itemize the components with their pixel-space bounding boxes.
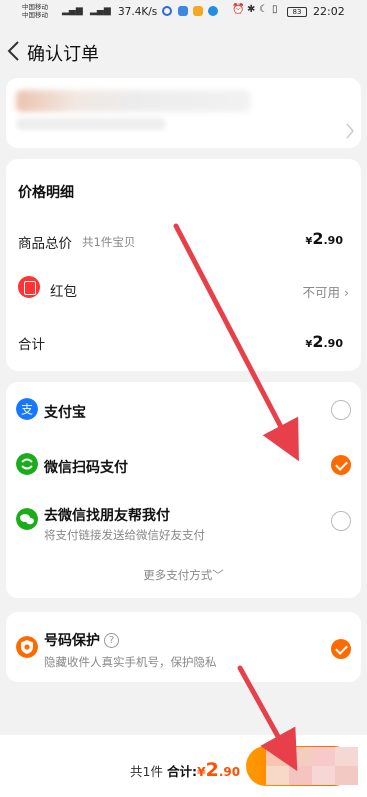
more-payment-methods[interactable]: 更多支付方式﹀: [6, 567, 361, 583]
total-price: ¥2.90: [305, 332, 343, 351]
help-icon[interactable]: ?: [104, 633, 119, 648]
vibrate-icon: ▯: [272, 4, 278, 15]
price-detail-card: 价格明细 商品总价 共1件宝贝 ¥2.90 红包 不可用 › 合计 ¥2.90: [6, 159, 361, 371]
payment-label: 微信扫码支付: [44, 460, 128, 476]
number-protect-label: 号码保护?: [44, 630, 119, 650]
goods-total-price: ¥2.90: [305, 229, 343, 248]
carrier-2: 中国移动: [22, 11, 48, 19]
carrier-labels: 中国移动 中国移动: [22, 3, 48, 19]
address-card[interactable]: [6, 78, 361, 148]
red-packet-label: 红包: [50, 284, 77, 300]
payment-label: 去微信找朋友帮我付: [44, 508, 170, 524]
wechat-scan-icon: [16, 453, 38, 475]
price-detail-title: 价格明细: [18, 185, 74, 201]
status-bar: 中国移动 中国移动 ▂▄▆ ▂▄▆ 37.4K/s ⏰ ✱ ☾ ▯ 83 22:…: [0, 0, 367, 26]
carrier-1: 中国移动: [22, 3, 48, 11]
radio-unchecked[interactable]: [331, 511, 351, 531]
svg-text:支: 支: [21, 403, 33, 417]
clock: 22:02: [313, 5, 345, 18]
signal-icon: ▂▄▆: [62, 6, 83, 16]
moon-icon: ☾: [259, 4, 268, 15]
bottom-total-price: ¥2.90: [196, 759, 241, 781]
app-notification-icon-3: [193, 6, 203, 16]
net-speed: 37.4K/s: [118, 6, 158, 18]
item-count: 共1件: [130, 764, 163, 779]
goods-total-label: 商品总价: [18, 236, 72, 252]
bluetooth-icon: ✱: [247, 4, 256, 15]
back-arrow-icon[interactable]: [6, 40, 22, 62]
radio-checked[interactable]: [331, 455, 351, 475]
chevron-right-icon: ›: [340, 285, 349, 300]
shield-phone-icon: [16, 636, 38, 658]
total-label: 合计: [18, 337, 45, 353]
radio-unchecked[interactable]: [331, 400, 351, 420]
battery-icon: 83: [287, 7, 307, 17]
payment-methods-card: 支 支付宝 微信扫码支付 去微信找朋友帮我付 将支付链接发送给微信好友支付 更多…: [6, 382, 361, 598]
number-protect-card: 号码保护? 隐藏收件人真实手机号，保护隐私: [6, 612, 361, 682]
app-notification-icon-2: [178, 6, 188, 16]
total-label: 合计:: [166, 764, 197, 779]
blurred-address-line: [16, 118, 166, 130]
red-packet-icon: [18, 276, 40, 298]
nav-bar: 确认订单: [0, 30, 367, 74]
goods-count: 共1件宝贝: [82, 235, 136, 249]
wechat-friend-icon: [16, 508, 38, 530]
blurred-address: [16, 90, 251, 112]
alipay-icon: 支: [16, 398, 38, 420]
payment-sublabel: 将支付链接发送给微信好友支付: [44, 528, 205, 542]
chevron-right-icon: [346, 123, 354, 139]
signal-icon-2: ▂▄▆: [90, 6, 111, 16]
app-notification-icon: [162, 6, 172, 16]
number-protect-desc: 隐藏收件人真实手机号，保护隐私: [44, 655, 217, 669]
bottom-bar: 共1件 合计:¥2.90 提: [0, 735, 367, 797]
red-packet-status[interactable]: 不可用 ›: [303, 282, 350, 301]
payment-label: 支付宝: [44, 405, 86, 421]
pixelated-overlay: [266, 747, 358, 785]
app-notification-icon-4: [208, 6, 218, 16]
page-title: 确认订单: [27, 44, 99, 65]
chevron-down-icon: ﹀: [212, 568, 224, 582]
order-summary: 共1件 合计:¥2.90: [130, 759, 240, 781]
alarm-icon: ⏰: [232, 4, 245, 15]
number-protect-checkbox[interactable]: [331, 639, 351, 659]
